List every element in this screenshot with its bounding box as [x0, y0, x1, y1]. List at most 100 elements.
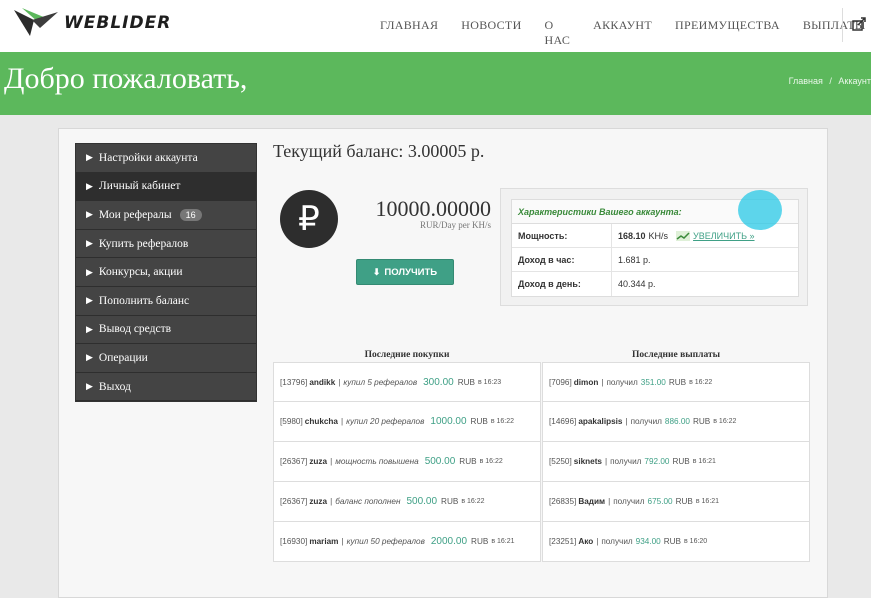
- entry-id: [5980]: [280, 417, 303, 426]
- entry-currency: RUB: [672, 457, 690, 466]
- arrow-right-icon: ▶: [86, 381, 93, 392]
- entry-id: [13796]: [280, 377, 308, 387]
- entry-action: получил: [610, 457, 642, 466]
- list-item: [26835] Вадим | получил 675.00 RUB в 16:21: [542, 482, 810, 522]
- separator: |: [330, 497, 333, 506]
- nav-about[interactable]: О НАС: [545, 18, 571, 48]
- chart-up-icon: [676, 230, 691, 241]
- referrals-count-badge: 16: [179, 208, 202, 221]
- entry-time: в 16:22: [689, 378, 713, 386]
- sidebar-item-label: Купить рефералов: [98, 237, 189, 250]
- increase-label: УВЕЛИЧИТЬ »: [693, 230, 755, 241]
- entry-action: купил 20 рефералов: [346, 417, 425, 426]
- sidebar-item-withdraw[interactable]: ▶ Вывод средств: [76, 316, 256, 345]
- sidebar-item-contests[interactable]: ▶ Конкурсы, акции: [76, 258, 256, 287]
- entry-amount: 300.00: [423, 376, 454, 388]
- account-sidebar: ▶ Настройки аккаунта ▶ Личный кабинет ▶ …: [75, 143, 257, 403]
- nav-advantages[interactable]: ПРЕИМУЩЕСТВА: [675, 18, 780, 48]
- entry-time: в 16:21: [692, 458, 716, 465]
- increase-link[interactable]: УВЕЛИЧИТЬ »: [676, 230, 755, 241]
- entry-action: баланс пополнен: [335, 497, 401, 506]
- user-name: apakalipsis: [578, 417, 623, 426]
- entry-currency: RUB: [675, 497, 693, 506]
- stats-key: Доход в час:: [512, 248, 612, 271]
- cursor-highlight: [738, 190, 782, 230]
- entry-currency: RUB: [663, 537, 682, 546]
- list-item: [23251] Ако | получил 934.00 RUB в 16:20: [542, 522, 810, 562]
- entry-amount: 2000.00: [430, 536, 468, 547]
- payouts-title: Последние выплаты: [631, 350, 721, 360]
- nav-news[interactable]: НОВОСТИ: [461, 18, 521, 48]
- sidebar-item-label: Конкурсы, акции: [98, 266, 183, 279]
- separator: |: [601, 377, 604, 387]
- top-bar: WEBLIDER ГЛАВНАЯ НОВОСТИ О НАС АККАУНТ П…: [0, 0, 871, 52]
- entry-action: мощность повышена: [335, 457, 419, 466]
- breadcrumb-account[interactable]: Аккаунт: [838, 76, 871, 86]
- entry-amount: 1000.00: [430, 416, 467, 427]
- user-name: zuza: [309, 497, 328, 506]
- entry-id: [26367]: [280, 497, 308, 506]
- ruble-icon: ₽: [280, 190, 338, 248]
- external-link-icon[interactable]: [852, 17, 866, 31]
- separator: |: [604, 457, 608, 466]
- sidebar-item-settings[interactable]: ▶ Настройки аккаунта: [76, 144, 256, 173]
- stats-row-daily: Доход в день: 40.344 р.: [512, 272, 798, 296]
- user-name: siknets: [573, 457, 602, 466]
- entry-id: [14696]: [549, 417, 577, 426]
- user-name: chukcha: [304, 417, 338, 426]
- separator: |: [340, 417, 344, 426]
- arrow-right-icon: ▶: [86, 180, 93, 191]
- stats-value: 1.681 р.: [618, 254, 651, 265]
- arrow-right-icon: ▶: [86, 295, 93, 306]
- download-icon: ⬇: [372, 266, 381, 277]
- arrow-right-icon: ▶: [86, 209, 93, 220]
- user-name: dimon: [573, 377, 599, 387]
- stats-row-hourly: Доход в час: 1.681 р.: [512, 248, 798, 272]
- sidebar-item-operations[interactable]: ▶ Операции: [76, 344, 256, 373]
- separator: |: [341, 537, 344, 546]
- stats-value: 40.344 р.: [618, 279, 656, 289]
- entry-time: в 16:23: [478, 378, 502, 386]
- entry-time: в 16:22: [713, 418, 737, 425]
- sidebar-item-label: Личный кабинет: [98, 180, 181, 193]
- welcome-banner: Добро пожаловать, Главная / Аккаунт: [0, 52, 871, 115]
- user-name: mariam: [309, 537, 339, 546]
- power-unit: RUR/Day per KH/s: [420, 220, 491, 230]
- user-name: zuza: [309, 457, 328, 466]
- sidebar-item-referrals[interactable]: ▶ Мои рефералы 16: [76, 201, 256, 230]
- entry-amount: 500.00: [424, 456, 456, 467]
- sidebar-item-label: Мои рефералы: [98, 208, 172, 221]
- get-button-label: ПОЛУЧИТЬ: [384, 266, 438, 278]
- separator: |: [625, 417, 628, 426]
- breadcrumb: Главная / Аккаунт: [785, 76, 871, 86]
- sidebar-item-label: Операции: [98, 351, 148, 364]
- stats-key: Мощность:: [512, 224, 612, 247]
- separator: |: [608, 497, 611, 506]
- sidebar-item-buy-referrals[interactable]: ▶ Купить рефералов: [76, 230, 256, 259]
- entry-action: получил: [606, 377, 638, 387]
- sidebar-item-label: Настройки аккаунта: [98, 151, 198, 164]
- payouts-list: [7096] dimon | получил 351.00 RUB в 16:22 [1469…: [542, 362, 810, 562]
- entry-action: получил: [613, 497, 645, 506]
- entry-time: в 16:21: [491, 538, 515, 545]
- logo[interactable]: WEBLIDER: [12, 6, 171, 40]
- entry-time: в 16:22: [479, 458, 503, 465]
- breadcrumb-home[interactable]: Главная: [789, 76, 823, 86]
- entry-action: купил 50 рефералов: [346, 537, 425, 546]
- arrow-right-icon: ▶: [86, 323, 93, 334]
- entry-id: [26835]: [549, 497, 577, 506]
- arrow-right-icon: ▶: [86, 238, 93, 249]
- sidebar-item-dashboard[interactable]: ▶ Личный кабинет: [76, 172, 256, 202]
- sidebar-item-label: Вывод средств: [98, 323, 172, 336]
- nav-account[interactable]: АККАУНТ: [593, 18, 652, 48]
- sidebar-item-logout[interactable]: ▶ Выход: [76, 373, 256, 402]
- sidebar-item-deposit[interactable]: ▶ Пополнить баланс: [76, 287, 256, 316]
- list-item: [7096] dimon | получил 351.00 RUB в 16:22: [542, 362, 810, 402]
- entry-currency: RUB: [471, 537, 489, 546]
- entry-amount: 351.00: [640, 377, 666, 387]
- entry-amount: 934.00: [635, 537, 661, 546]
- get-button[interactable]: ⬇ ПОЛУЧИТЬ: [356, 259, 454, 285]
- nav-home[interactable]: ГЛАВНАЯ: [380, 18, 438, 48]
- user-name: andikk: [309, 377, 336, 387]
- sidebar-item-label: Выход: [98, 380, 131, 393]
